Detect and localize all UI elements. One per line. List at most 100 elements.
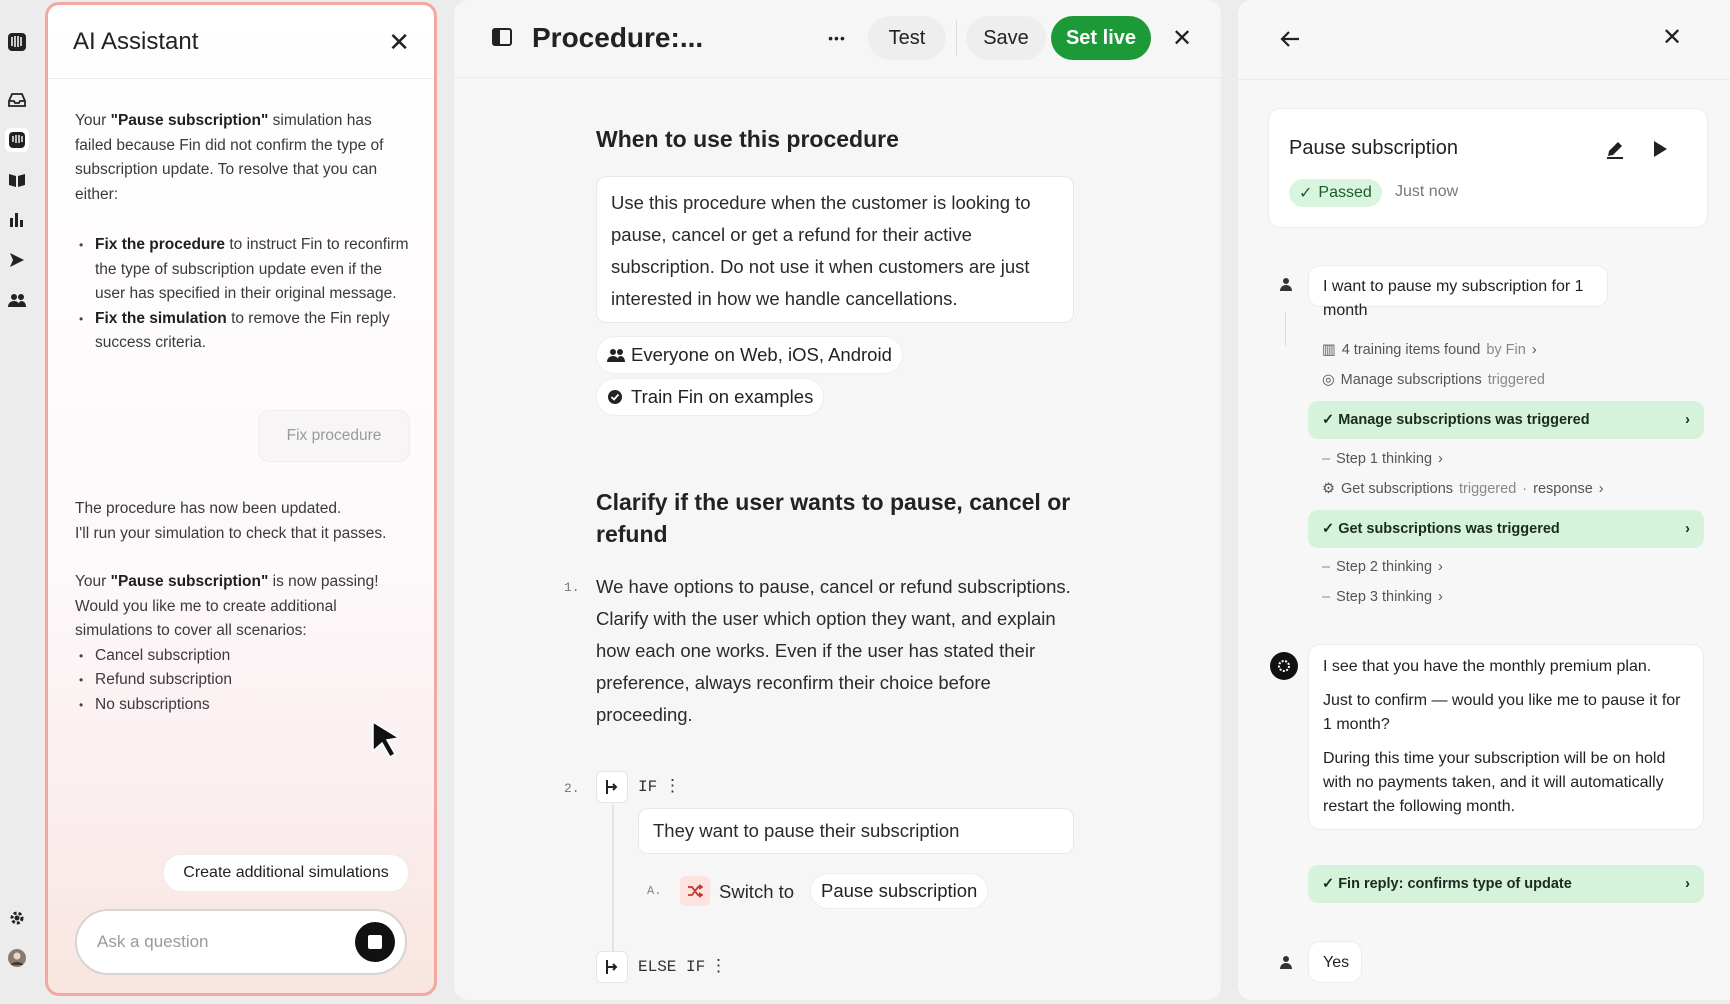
list-item: Cancel subscription: [75, 644, 410, 669]
check-icon: ✓: [1322, 521, 1339, 537]
circle-icon: ◎: [1322, 372, 1335, 388]
test-button[interactable]: Test: [868, 16, 946, 60]
dash-icon: –: [1322, 589, 1331, 605]
app-sidebar: [0, 0, 36, 1004]
branch-icon[interactable]: [596, 771, 628, 803]
fix-procedure-button[interactable]: Fix procedure: [258, 410, 410, 462]
create-simulations-button[interactable]: Create additional simulations: [163, 854, 409, 892]
timestamp: Just now: [1395, 183, 1459, 200]
step-1-row[interactable]: – Step 1 thinking ›: [1322, 451, 1443, 467]
ask-question-input[interactable]: Ask a question: [75, 909, 407, 975]
dash-icon: –: [1322, 451, 1331, 467]
switch-icon: [680, 876, 710, 906]
more-options-button[interactable]: •••: [814, 16, 860, 60]
contacts-icon[interactable]: [5, 288, 29, 312]
if-label: IF: [638, 778, 658, 796]
chevron-right-icon: ›: [1438, 451, 1443, 467]
set-live-button[interactable]: Set live: [1051, 16, 1151, 60]
list-item: No subscriptions: [75, 693, 410, 718]
chevron-right-icon: ›: [1685, 521, 1690, 537]
switch-target-chip[interactable]: Pause subscription: [810, 873, 989, 909]
step-label: Step 1 thinking: [1336, 451, 1433, 467]
play-icon[interactable]: [1651, 139, 1669, 159]
step-number: 1.: [564, 580, 580, 595]
fin-avatar-icon: [1270, 652, 1298, 680]
action-label: Get subscriptions: [1341, 481, 1454, 497]
stop-icon[interactable]: [355, 922, 395, 962]
assistant-header: AI Assistant ✕: [48, 5, 434, 79]
edit-icon[interactable]: [1605, 139, 1625, 159]
user-avatar[interactable]: [5, 946, 29, 970]
passing-message: Your "Pause subscription" is now passing…: [75, 570, 410, 717]
get-check-row[interactable]: ✓ Get subscriptions was triggered ›: [1308, 510, 1704, 548]
chevron-right-icon: ›: [1531, 342, 1537, 358]
train-label: Train Fin on examples: [631, 386, 814, 407]
book-icon: ▥: [1322, 342, 1336, 358]
step-number: 2.: [564, 781, 580, 796]
check-label: Fin reply: confirms type of update: [1338, 876, 1572, 892]
dash-icon: –: [1322, 559, 1331, 575]
step-2-row[interactable]: – Step 2 thinking ›: [1322, 559, 1443, 575]
separator: ·: [1522, 481, 1528, 497]
branch-line: [612, 805, 614, 955]
simulation-panel: ✕ Pause subscription ✓ Passed Just now I …: [1238, 0, 1730, 1000]
mouse-cursor-icon: [372, 720, 402, 759]
knowledge-icon[interactable]: [5, 168, 29, 192]
back-arrow-icon[interactable]: [1280, 30, 1300, 48]
chevron-right-icon: ›: [1438, 559, 1443, 575]
audience-label: Everyone on Web, iOS, Android: [631, 344, 892, 365]
fin-message-line: During this time your subscription will …: [1323, 750, 1666, 815]
outbound-icon[interactable]: [5, 248, 29, 272]
simulation-card: Pause subscription ✓ Passed Just now: [1268, 108, 1708, 228]
procedure-editor: Procedure:... ••• Test Save Set live ✕ W…: [454, 0, 1221, 1000]
input-placeholder: Ask a question: [97, 932, 209, 951]
check-icon: ✓: [1299, 185, 1313, 202]
people-icon: [607, 349, 625, 362]
simulation-name: Pause subscription: [1289, 137, 1458, 159]
save-button[interactable]: Save: [966, 16, 1046, 60]
train-chip[interactable]: Train Fin on examples: [596, 378, 825, 416]
step-1-text[interactable]: We have options to pause, cancel or refu…: [596, 571, 1076, 731]
fin-ai-icon[interactable]: [5, 128, 29, 152]
simulation-header: ✕: [1238, 0, 1730, 80]
training-items-row[interactable]: ▥ 4 training items found by Fin ›: [1322, 342, 1537, 358]
settings-icon[interactable]: [5, 906, 29, 930]
check-icon: ✓: [1322, 412, 1339, 428]
step-label: Step 3 thinking: [1336, 589, 1433, 605]
api-icon: ⚙: [1322, 481, 1335, 497]
list-item: Fix the procedure to instruct Fin to rec…: [75, 233, 410, 307]
user-avatar-icon: [1272, 948, 1300, 976]
update-line-1: The procedure has now been updated.: [75, 500, 342, 517]
training-source: by Fin: [1486, 342, 1526, 358]
reports-icon[interactable]: [5, 208, 29, 232]
fin-message-line: I see that you have the monthly premium …: [1323, 658, 1652, 675]
inbox-icon[interactable]: [5, 88, 29, 112]
branch-icon[interactable]: [596, 951, 628, 983]
fin-reply-check-row[interactable]: ✓ Fin reply: confirms type of update ›: [1308, 865, 1704, 903]
close-editor-icon[interactable]: ✕: [1160, 16, 1204, 60]
fin-message: I see that you have the monthly premium …: [1308, 644, 1704, 830]
audience-chip[interactable]: Everyone on Web, iOS, Android: [596, 336, 903, 374]
fix-options-list: Fix the procedure to instruct Fin to rec…: [75, 233, 410, 356]
update-message: The procedure has now been updated. I'll…: [75, 497, 425, 546]
option-letter: A.: [647, 884, 662, 898]
step-3-row[interactable]: – Step 3 thinking ›: [1322, 589, 1443, 605]
if-menu-icon[interactable]: ⋮: [664, 776, 681, 797]
if-condition-box[interactable]: They want to pause their subscription: [638, 808, 1074, 854]
check-circle-icon: [608, 390, 622, 404]
when-description: Use this procedure when the customer is …: [611, 192, 1031, 309]
update-line-2: I'll run your simulation to check that i…: [75, 524, 387, 542]
close-panel-icon[interactable]: ✕: [1662, 26, 1682, 50]
else-if-menu-icon[interactable]: ⋮: [710, 956, 727, 977]
logo-icon[interactable]: [5, 30, 29, 54]
fin-message-line: Just to confirm — would you like me to p…: [1323, 692, 1681, 733]
manage-check-row[interactable]: ✓ Manage subscriptions was triggered ›: [1308, 401, 1704, 439]
action-status: triggered: [1487, 372, 1545, 388]
assistant-title: AI Assistant: [73, 27, 199, 55]
sidebar-toggle-icon[interactable]: [492, 28, 512, 46]
get-subscriptions-row[interactable]: ⚙ Get subscriptions triggered · response ›: [1322, 481, 1604, 497]
when-description-box[interactable]: Use this procedure when the customer is …: [596, 176, 1074, 323]
close-icon[interactable]: ✕: [388, 29, 410, 55]
chevron-right-icon: ›: [1438, 589, 1443, 605]
list-item: Refund subscription: [75, 668, 410, 693]
